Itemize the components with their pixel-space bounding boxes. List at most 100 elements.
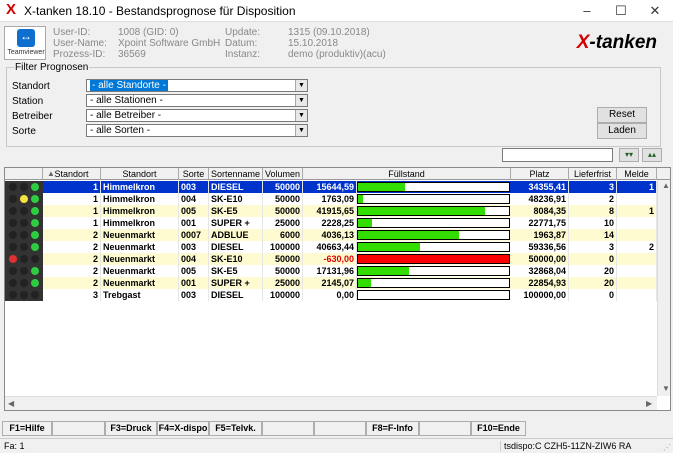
- close-button[interactable]: ✕: [638, 0, 672, 22]
- teamviewer-icon: [17, 29, 35, 47]
- light-dot-icon: [31, 279, 39, 287]
- header-col-sorte[interactable]: Sorte: [179, 168, 209, 180]
- table-row[interactable]: 2 Neuenmarkt 001 SUPER +25000 2145,07 22854,9…: [5, 277, 670, 289]
- table-row[interactable]: 2 Neuenmarkt 004 SK-E10 50000 -630,00 50000,00…: [5, 253, 670, 265]
- table-row[interactable]: 1 Himmelkron 004 SK-E10 50000 1763,09 48236,91…: [5, 193, 670, 205]
- fkey-empty-button[interactable]: [314, 421, 366, 436]
- f4-xdispo-button[interactable]: F4=X-dispo: [157, 421, 209, 436]
- chevron-down-icon[interactable]: ▼: [295, 125, 307, 136]
- light-dot-icon: [20, 255, 28, 263]
- chevron-down-icon[interactable]: ▼: [295, 110, 307, 121]
- sort-up-icon[interactable]: ▴▴: [642, 148, 662, 162]
- cell-platz: 50000,00: [511, 253, 569, 265]
- fill-level-bar: [357, 194, 510, 204]
- scroll-left-icon[interactable]: ◀: [8, 399, 14, 408]
- f5-telvk-button[interactable]: F5=Telvk.: [209, 421, 262, 436]
- f3-print-button[interactable]: F3=Druck: [105, 421, 157, 436]
- scroll-right-icon[interactable]: ▶: [646, 399, 652, 408]
- cell-vol: 50000: [263, 193, 303, 205]
- light-dot-icon: [9, 195, 17, 203]
- cell-fill: 2145,07: [303, 277, 357, 289]
- search-input[interactable]: [502, 148, 613, 162]
- horizontal-scrollbar[interactable]: ◀ ▶: [5, 396, 657, 410]
- fill-level-bar: [357, 290, 510, 300]
- cell-nr: 1: [43, 205, 101, 217]
- header-col-platz[interactable]: Platz: [511, 168, 569, 180]
- cell-name: SK-E5: [209, 205, 263, 217]
- cell-melde: 1: [617, 181, 657, 193]
- fkey-empty-button[interactable]: [262, 421, 314, 436]
- cell-name: ADBLUE: [209, 229, 263, 241]
- fill-level-bar-fill: [358, 279, 371, 287]
- header-info: Teamviewer User-ID: User-Name: Prozess-I…: [0, 23, 673, 62]
- light-dot-icon: [9, 291, 17, 299]
- cell-standort: Neuenmarkt: [101, 229, 179, 241]
- teamviewer-button[interactable]: Teamviewer: [4, 26, 46, 60]
- cell-nr: 2: [43, 253, 101, 265]
- cell-vol: 50000: [263, 265, 303, 277]
- header-col-sortenname[interactable]: Sortenname: [209, 168, 263, 180]
- light-dot-icon: [20, 279, 28, 287]
- light-dot-icon: [9, 231, 17, 239]
- table-row[interactable]: 2 Neuenmarkt 0007 ADBLUE 6000 4036,13 1963,87 1…: [5, 229, 670, 241]
- table-row[interactable]: 1 Himmelkron 005 SK-E5 50000 41915,65 8084,35 8…: [5, 205, 670, 217]
- reset-button[interactable]: Reset: [597, 107, 647, 123]
- header-col-fuellstand[interactable]: Füllstand: [303, 168, 511, 180]
- scroll-up-icon[interactable]: ▲: [662, 181, 670, 190]
- sorte-select[interactable]: - alle Sorten - ▼: [86, 124, 308, 137]
- table-row[interactable]: 2 Neuenmarkt 005 SK-E5 50000 17131,96 32868,04…: [5, 265, 670, 277]
- resize-grip-icon[interactable]: ⋰: [663, 443, 671, 452]
- maximize-button[interactable]: ☐: [604, 0, 638, 22]
- station-select[interactable]: - alle Stationen - ▼: [86, 94, 308, 107]
- table-row[interactable]: 3 Trebgast 003 DIESEL 100000 0,00 100000,00 0: [5, 289, 670, 301]
- cell-name: SUPER +: [209, 277, 263, 289]
- chevron-down-icon[interactable]: ▼: [295, 95, 307, 106]
- fkey-empty-button[interactable]: [419, 421, 471, 436]
- table-row[interactable]: 1 Himmelkron 001 SUPER +25000 2228,25 22771,7…: [5, 217, 670, 229]
- fill-level-bar: [357, 254, 510, 264]
- station-label: Station: [12, 96, 44, 107]
- chevron-down-icon[interactable]: ▼: [295, 80, 307, 91]
- datum-value: 15.10.2018: [288, 38, 339, 49]
- cell-melde: [617, 265, 657, 277]
- cell-vol: 25000: [263, 277, 303, 289]
- cell-standort: Himmelkron: [101, 193, 179, 205]
- betreiber-select[interactable]: - alle Betreiber - ▼: [86, 109, 308, 122]
- f8-finfo-button[interactable]: F8=F-Info: [366, 421, 419, 436]
- fill-level-bar: [357, 206, 510, 216]
- fkey-empty-button[interactable]: [52, 421, 105, 436]
- user-labels: User-ID: User-Name: Prozess-ID:: [53, 27, 107, 60]
- cell-vol: 25000: [263, 217, 303, 229]
- table-row[interactable]: 1 Himmelkron 003 DIESEL 50000 15644,59 34355,4…: [5, 181, 670, 193]
- header-col-melde[interactable]: Melde: [617, 168, 657, 180]
- header-col-volumen[interactable]: Volumen: [263, 168, 303, 180]
- light-dot-icon: [20, 219, 28, 227]
- cell-sorte: 005: [179, 265, 209, 277]
- header-col-standort[interactable]: Standort: [101, 168, 179, 180]
- fill-level-bar: [357, 278, 510, 288]
- cell-platz: 22771,75: [511, 217, 569, 229]
- header-col-lieferfrist[interactable]: Lieferfrist: [569, 168, 617, 180]
- sort-down-icon[interactable]: ▾▾: [619, 148, 639, 162]
- prognose-table[interactable]: Standort Standort Sorte Sortenname Volum…: [4, 167, 671, 411]
- f10-exit-button[interactable]: F10=Ende: [471, 421, 526, 436]
- vertical-scrollbar[interactable]: ▲ ▼: [657, 180, 670, 396]
- f1-help-button[interactable]: F1=Hilfe: [2, 421, 52, 436]
- minimize-button[interactable]: –: [570, 0, 604, 22]
- fill-level-bar-fill: [358, 255, 509, 263]
- cell-standort: Neuenmarkt: [101, 241, 179, 253]
- cell-frist: 20: [569, 265, 617, 277]
- update-values: 1315 (09.10.2018) 15.10.2018 demo (produ…: [288, 27, 386, 60]
- light-dot-icon: [9, 219, 17, 227]
- cell-platz: 100000,00: [511, 289, 569, 301]
- scroll-down-icon[interactable]: ▼: [662, 384, 670, 393]
- traffic-light-icon: [5, 217, 43, 229]
- traffic-light-icon: [5, 181, 43, 193]
- standort-select[interactable]: - alle Standorte - ▼: [86, 79, 308, 92]
- cell-sorte: 004: [179, 253, 209, 265]
- cell-platz: 59336,56: [511, 241, 569, 253]
- laden-button[interactable]: Laden: [597, 123, 647, 139]
- light-dot-icon: [31, 231, 39, 239]
- cell-vol: 6000: [263, 229, 303, 241]
- table-row[interactable]: 2 Neuenmarkt 003 DIESEL 100000 40663,44 59336,…: [5, 241, 670, 253]
